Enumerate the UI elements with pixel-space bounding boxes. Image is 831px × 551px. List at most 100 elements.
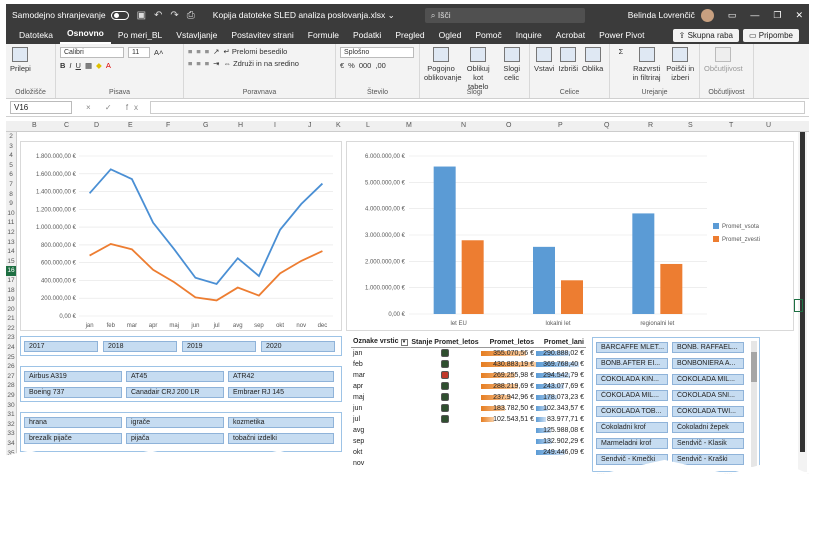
avatar[interactable] xyxy=(700,8,714,22)
align-center-icon[interactable]: ≡ xyxy=(196,59,200,68)
pivot-row[interactable]: apr 288.219,69 € 243.077,69 € xyxy=(351,381,586,392)
row-header[interactable]: 27 xyxy=(6,372,16,382)
close-icon[interactable]: ✕ xyxy=(795,10,803,21)
italic-icon[interactable]: I xyxy=(69,61,71,70)
row-header[interactable]: 35 xyxy=(6,449,16,459)
row-header[interactable]: 24 xyxy=(6,343,16,353)
column-header-k[interactable]: K xyxy=(336,122,341,129)
column-header-p[interactable]: P xyxy=(558,122,563,129)
align-bottom-icon[interactable]: ≡ xyxy=(205,47,209,56)
row-header[interactable]: 4 xyxy=(6,151,16,161)
slicer-aircraft[interactable]: AT45 xyxy=(126,371,224,382)
row-header[interactable]: 19 xyxy=(6,295,16,305)
row-header[interactable]: 25 xyxy=(6,353,16,363)
undo-icon[interactable]: ↶ xyxy=(154,10,162,21)
tab-formulas[interactable]: Formule xyxy=(301,30,346,44)
row-header[interactable]: 3 xyxy=(6,142,16,152)
borders-icon[interactable]: ▦ xyxy=(85,61,92,70)
tab-page-layout[interactable]: Postavitev strani xyxy=(224,30,300,44)
slicer-category[interactable]: brezalk pijače xyxy=(24,433,122,444)
wrap-text-button[interactable]: ↵ Prelomi besedilo xyxy=(223,47,287,56)
font-color-icon[interactable]: A xyxy=(106,61,111,70)
slicer-category[interactable]: igrače xyxy=(126,417,224,428)
paste-button[interactable]: Prilepi xyxy=(10,47,31,73)
name-box[interactable]: V16 xyxy=(10,101,72,114)
slicer-product[interactable]: BARCAFFE MLET... xyxy=(596,342,668,353)
slicer-product[interactable]: ČOKOLADA TOB... xyxy=(596,406,668,417)
row-header[interactable]: 6 xyxy=(6,170,16,180)
row-header[interactable]: 33 xyxy=(6,429,16,439)
slicer-category[interactable]: hrana xyxy=(24,417,122,428)
underline-icon[interactable]: U xyxy=(76,61,81,70)
row-header[interactable]: 32 xyxy=(6,420,16,430)
align-right-icon[interactable]: ≡ xyxy=(205,59,209,68)
tab-acrobat[interactable]: Acrobat xyxy=(549,30,592,44)
slicer-product[interactable]: ČOKOLADA MIL... xyxy=(596,390,668,401)
column-header-i[interactable]: I xyxy=(274,122,276,129)
pivot-header-rows[interactable]: Oznake vrstic ▾ xyxy=(351,338,409,346)
row-header[interactable]: 29 xyxy=(6,391,16,401)
row-header[interactable]: 5 xyxy=(6,161,16,171)
comma-icon[interactable]: 000 xyxy=(359,61,372,70)
number-format-select[interactable]: Splošno xyxy=(340,47,414,58)
slicer-category[interactable]: pijača xyxy=(126,433,224,444)
slicer-product[interactable]: Sendvič - Kmečki xyxy=(596,454,668,465)
formula-controls[interactable]: × ✓ fx xyxy=(86,103,144,112)
align-top-icon[interactable]: ≡ xyxy=(188,47,192,56)
slicer-product[interactable]: BONB.AFTER EI... xyxy=(596,358,668,369)
pivot-row[interactable]: nov xyxy=(351,458,586,469)
redo-icon[interactable]: ↷ xyxy=(170,10,178,21)
column-header-f[interactable]: F xyxy=(166,122,170,129)
line-chart[interactable]: 1.800.000,00 € 1.600.000,00 € 1.400.000,00… xyxy=(20,141,342,331)
bold-icon[interactable]: B xyxy=(60,61,65,70)
tab-file[interactable]: Datoteka xyxy=(12,30,60,44)
bar-chart[interactable]: 6.000.000,00 € 5.000.000,00 € 4.000.000,00… xyxy=(346,141,794,331)
column-header-l[interactable]: L xyxy=(366,122,370,129)
column-header-o[interactable]: O xyxy=(506,122,511,129)
scrollbar-thumb[interactable] xyxy=(800,132,805,452)
row-header[interactable]: 14 xyxy=(6,247,16,257)
pivot-row[interactable]: jul 102.543,51 € 83.977,71 € xyxy=(351,414,586,425)
row-header[interactable]: 11 xyxy=(6,218,16,228)
slicer-product[interactable]: Marmeladni krof xyxy=(596,438,668,449)
row-header[interactable]: 21 xyxy=(6,314,16,324)
print-icon[interactable]: ⎙ xyxy=(187,10,195,21)
row-header[interactable]: 28 xyxy=(6,381,16,391)
row-header[interactable]: 13 xyxy=(6,238,16,248)
tab-review[interactable]: Pregled xyxy=(388,30,431,44)
tab-power-pivot[interactable]: Power Pivot xyxy=(592,30,651,44)
share-button[interactable]: ⇪ Skupna raba xyxy=(672,29,739,42)
row-header[interactable]: 15 xyxy=(6,257,16,267)
slicer-product[interactable]: ČOKOLADA KIN... xyxy=(596,374,668,385)
column-header-q[interactable]: Q xyxy=(604,122,609,129)
slicer-scroll-thumb[interactable] xyxy=(751,352,757,382)
tab-custom[interactable]: Po meri_BL xyxy=(111,30,169,44)
tab-help[interactable]: Pomoč xyxy=(468,30,508,44)
tab-home[interactable]: Osnovno xyxy=(60,28,111,44)
save-icon[interactable]: ▣ xyxy=(137,10,146,21)
search-box[interactable]: ⌕ Išči xyxy=(424,7,585,23)
file-name-caret[interactable]: ⌄ xyxy=(388,10,395,20)
slicer-product[interactable]: Sendvič - Kraški xyxy=(672,454,744,465)
slicer-product[interactable]: ČOKOLADA TWI... xyxy=(672,406,744,417)
grow-font-icon[interactable]: A˄ xyxy=(154,48,163,57)
column-header-d[interactable]: D xyxy=(94,122,99,129)
pivot-row[interactable]: avg 125.988,08 € xyxy=(351,425,586,436)
pivot-row[interactable]: jan 355.070,56 € 290.888,02 € xyxy=(351,348,586,359)
decimal-icon[interactable]: ,00 xyxy=(375,61,385,70)
column-header-n[interactable]: N xyxy=(461,122,466,129)
slicer-product[interactable]: Čokoladni krof xyxy=(596,422,668,433)
tab-data[interactable]: Podatki xyxy=(346,30,388,44)
slicer-aircraft[interactable]: Airbus A319 xyxy=(24,371,122,382)
slicer-aircraft[interactable]: Boeing 737 xyxy=(24,387,122,398)
row-header[interactable]: 26 xyxy=(6,362,16,372)
row-header[interactable]: 31 xyxy=(6,410,16,420)
tab-inquire[interactable]: Inquire xyxy=(509,30,549,44)
slicer-product[interactable]: ČOKOLADA SNI... xyxy=(672,390,744,401)
tab-insert[interactable]: Vstavljanje xyxy=(169,30,224,44)
slicer-aircraft[interactable]: Embraer RJ 145 xyxy=(228,387,334,398)
orientation-icon[interactable]: ↗ xyxy=(213,47,219,56)
column-header-c[interactable]: C xyxy=(64,122,69,129)
slicer-category[interactable]: kozmetika xyxy=(228,417,334,428)
slicer-year-2020[interactable]: 2020 xyxy=(261,341,335,352)
